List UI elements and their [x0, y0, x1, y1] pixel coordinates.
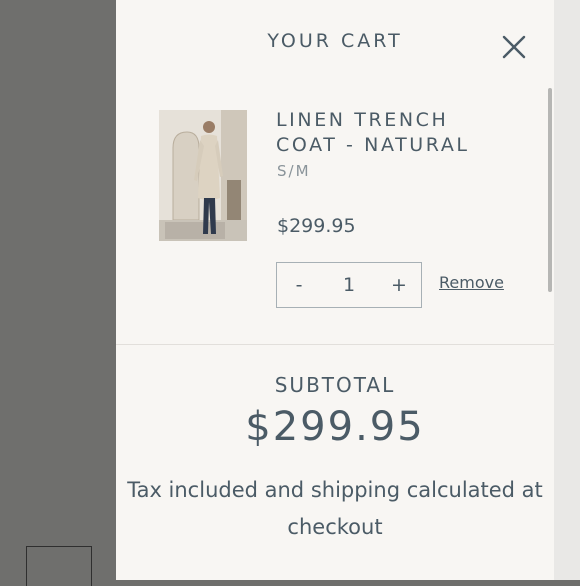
page-overlay[interactable] — [0, 0, 116, 580]
product-price: $299.95 — [277, 215, 356, 237]
page-overlay-right[interactable] — [554, 0, 580, 580]
product-variant: S/M — [277, 162, 311, 180]
product-image[interactable] — [159, 110, 247, 241]
product-name[interactable]: LINEN TRENCH COAT - NATURAL — [276, 108, 516, 158]
cart-title: YOUR CART — [267, 30, 403, 52]
quantity-value[interactable]: 1 — [321, 274, 377, 296]
tax-shipping-note: Tax included and shipping calculated at … — [127, 478, 543, 539]
scrollbar[interactable] — [548, 88, 552, 292]
divider — [116, 344, 554, 345]
close-icon[interactable] — [500, 33, 528, 61]
decrease-quantity-button[interactable]: - — [277, 274, 321, 296]
quantity-stepper: - 1 + — [276, 262, 422, 308]
subtotal-value: $299.95 — [245, 404, 425, 450]
remove-item-link[interactable]: Remove — [439, 273, 504, 292]
increase-quantity-button[interactable]: + — [377, 274, 421, 296]
background-frame — [26, 546, 92, 586]
subtotal-label: SUBTOTAL — [274, 373, 396, 397]
